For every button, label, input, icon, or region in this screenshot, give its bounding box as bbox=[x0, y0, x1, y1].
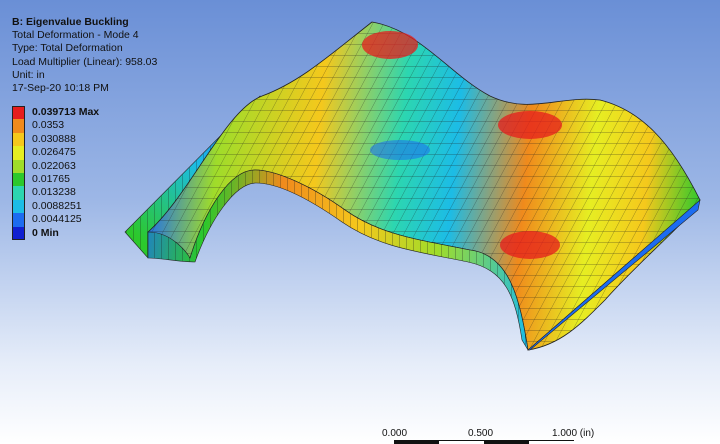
legend-swatch bbox=[12, 172, 25, 187]
result-info: B: Eigenvalue Buckling Total Deformation… bbox=[12, 16, 157, 95]
graphics-viewport[interactable]: B: Eigenvalue Buckling Total Deformation… bbox=[0, 0, 720, 444]
scale-bar: 0.000 0.500 1.000 (in) bbox=[380, 428, 600, 444]
legend-label: 0 Min bbox=[32, 226, 59, 239]
scale-label-mid: 0.500 bbox=[468, 428, 494, 439]
max-deformation-spot bbox=[498, 111, 562, 139]
legend-label: 0.013238 bbox=[32, 186, 76, 199]
legend-swatch bbox=[12, 132, 25, 147]
legend-swatch bbox=[12, 199, 25, 214]
scale-segment-dark bbox=[394, 440, 439, 444]
timestamp: 17-Sep-20 10:18 PM bbox=[12, 82, 109, 95]
max-deformation-spot bbox=[500, 231, 560, 259]
legend-label: 0.026475 bbox=[32, 146, 76, 159]
legend-label: 0.039713 Max bbox=[32, 106, 100, 118]
legend-label: 0.0088251 bbox=[32, 199, 82, 212]
legend-swatch bbox=[12, 119, 25, 133]
scale-segment-dark bbox=[484, 440, 529, 444]
max-deformation-spot bbox=[362, 31, 418, 59]
legend-label: 0.01765 bbox=[32, 172, 70, 185]
scale-label-end: 1.000 (in) bbox=[552, 428, 595, 439]
result-type: Type: Total Deformation bbox=[12, 42, 123, 55]
legend-label: 0.0044125 bbox=[32, 213, 82, 226]
analysis-title: B: Eigenvalue Buckling bbox=[12, 16, 129, 28]
min-deformation-band bbox=[370, 140, 430, 160]
legend-swatch bbox=[12, 106, 25, 120]
legend-swatch bbox=[12, 159, 25, 173]
legend-swatch bbox=[12, 213, 25, 227]
scale-segment-light bbox=[439, 440, 484, 444]
legend-swatch bbox=[12, 226, 25, 240]
legend-swatch bbox=[12, 186, 25, 200]
load-multiplier: Load Multiplier (Linear): 958.03 bbox=[12, 55, 158, 68]
result-name: Total Deformation - Mode 4 bbox=[12, 29, 139, 42]
legend-label: 0.0353 bbox=[32, 119, 65, 132]
unit: Unit: in bbox=[12, 68, 45, 81]
legend-swatch bbox=[12, 146, 25, 160]
scale-label-start: 0.000 bbox=[382, 428, 408, 439]
scale-segment-light bbox=[529, 440, 574, 444]
legend-label: 0.030888 bbox=[32, 132, 76, 145]
legend-label: 0.022063 bbox=[32, 159, 76, 172]
